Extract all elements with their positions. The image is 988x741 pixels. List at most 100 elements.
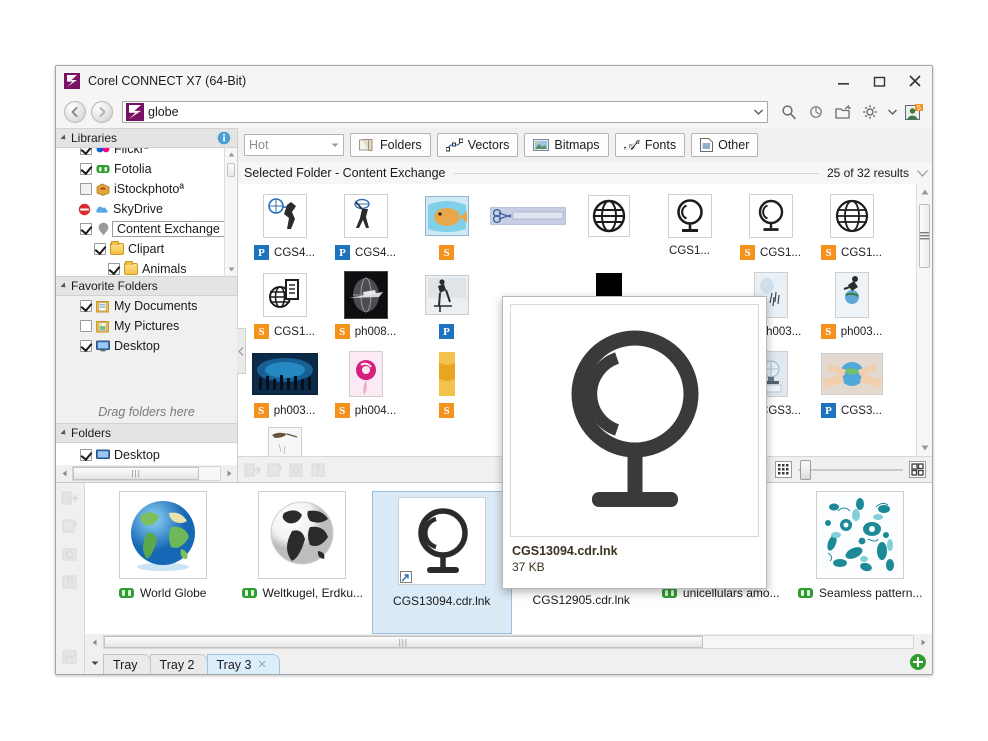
hscroll-right-arrow[interactable] <box>222 466 236 481</box>
scroll-down-arrow[interactable] <box>225 263 237 276</box>
tray-page-icon[interactable] <box>61 517 79 535</box>
libraries-tree[interactable]: Flickrª Fotolia iStockphotoª SkyDrive Co… <box>56 148 237 276</box>
checkbox[interactable] <box>94 243 106 255</box>
checkbox[interactable] <box>80 163 92 175</box>
checkbox[interactable] <box>80 449 92 461</box>
grid-large-icon[interactable] <box>909 461 926 478</box>
tree-item-animals[interactable]: Animals <box>56 259 237 276</box>
tree-item-flickr[interactable]: Flickrª <box>56 148 237 159</box>
refresh-sync-icon[interactable] <box>806 102 826 122</box>
grid-item[interactable]: S <box>406 348 487 427</box>
favorite-item-my-documents[interactable]: My Documents <box>56 296 237 316</box>
sort-select[interactable]: Hot <box>244 134 344 156</box>
category-other-button[interactable]: Other <box>691 133 759 157</box>
zoom-slider-handle[interactable] <box>800 459 811 480</box>
grid-item[interactable]: S CGS1... <box>730 190 811 269</box>
close-button[interactable] <box>904 70 926 92</box>
account-icon[interactable]: 5 <box>904 102 924 122</box>
close-icon[interactable]: ✕ <box>257 658 266 671</box>
grid-item[interactable]: S <box>406 190 487 269</box>
grid-item[interactable]: P CGS3... <box>811 348 892 427</box>
tray-tabs-menu-icon[interactable] <box>87 652 103 674</box>
maximize-button[interactable] <box>868 70 890 92</box>
left-panel-hscrollbar[interactable]: ||| <box>56 465 237 482</box>
tree-item-clipart[interactable]: Clipart <box>56 239 237 259</box>
tray-hscrollbar[interactable]: ||| <box>85 634 932 650</box>
checkbox[interactable] <box>80 320 92 332</box>
hscroll-track[interactable]: ||| <box>72 466 221 481</box>
grid-item[interactable]: S CGS1... <box>244 269 325 348</box>
tray-thumbnail[interactable] <box>118 491 207 579</box>
favorite-item-desktop[interactable]: Desktop <box>56 336 237 356</box>
add-tray-icon[interactable] <box>910 654 926 670</box>
grid-item[interactable]: Sph008... <box>325 269 406 348</box>
tree-item-content-exchange[interactable]: Content Exchange <box>56 219 237 239</box>
scrollbar-thumb[interactable] <box>227 163 235 177</box>
tray-item[interactable]: World Globe <box>93 491 233 634</box>
hscroll-left-arrow[interactable] <box>87 634 101 650</box>
folders-section-header[interactable]: Folders <box>56 423 237 443</box>
tray-info-icon[interactable] <box>288 461 306 479</box>
libraries-section-header[interactable]: Libraries <box>56 128 237 148</box>
scrollbar-track[interactable] <box>917 200 932 440</box>
folders-tree[interactable]: Desktop <box>56 443 237 465</box>
tray-export-icon[interactable] <box>61 489 79 507</box>
grid-item[interactable]: CGS1... <box>649 190 730 269</box>
grid-item[interactable]: P <box>406 269 487 348</box>
results-grid-scrollbar[interactable] <box>916 184 932 456</box>
search-input[interactable]: globe <box>122 101 768 123</box>
tray-book-icon[interactable] <box>310 461 328 479</box>
tray-settings-icon[interactable] <box>61 648 79 666</box>
hscroll-thumb[interactable]: ||| <box>104 636 703 648</box>
checkbox[interactable] <box>108 263 120 275</box>
forward-button[interactable] <box>91 101 113 123</box>
category-folders-button[interactable]: Folders <box>350 133 431 157</box>
tree-item-fotolia[interactable]: Fotolia <box>56 159 237 179</box>
search-icon[interactable] <box>779 102 799 122</box>
grid-item[interactable]: P CGS4... <box>325 190 406 269</box>
minimize-button[interactable] <box>832 70 854 92</box>
left-panel-collapse-handle[interactable] <box>237 328 246 374</box>
checkbox[interactable] <box>80 183 92 195</box>
chevron-down-icon[interactable] <box>917 169 928 177</box>
tray-thumbnail[interactable] <box>816 491 905 579</box>
tray-tab-1[interactable]: Tray <box>103 654 151 674</box>
favorite-item-my-pictures[interactable]: My Pictures <box>56 316 237 336</box>
scrollbar-thumb[interactable] <box>919 204 930 268</box>
hscroll-track[interactable]: ||| <box>103 635 914 649</box>
scroll-up-arrow[interactable] <box>225 148 237 161</box>
scroll-up-arrow[interactable] <box>917 184 932 200</box>
settings-gear-icon[interactable] <box>860 102 880 122</box>
checkbox[interactable] <box>80 340 92 352</box>
zoom-slider[interactable] <box>798 459 903 480</box>
grid-item[interactable] <box>487 190 568 269</box>
tray-add-icon[interactable] <box>244 461 262 479</box>
grid-item[interactable]: S CGS1... <box>811 190 892 269</box>
hscroll-thumb[interactable]: ||| <box>73 467 200 480</box>
tray-item[interactable]: Weltkugel, Erdku... <box>233 491 373 634</box>
grid-item[interactable] <box>244 427 325 456</box>
scroll-down-arrow[interactable] <box>917 440 932 456</box>
favorite-folders-section-header[interactable]: Favorite Folders <box>56 276 237 296</box>
tray-open-icon[interactable] <box>266 461 284 479</box>
libraries-scrollbar[interactable] <box>224 148 237 276</box>
category-vectors-button[interactable]: Vectors <box>436 133 519 157</box>
tray-item-selected[interactable]: CGS13094.cdr.lnk <box>372 491 512 634</box>
tree-item-istockphoto[interactable]: iStockphotoª <box>56 179 237 199</box>
grid-item[interactable]: P CGS4... <box>244 190 325 269</box>
folder-item-desktop[interactable]: Desktop <box>56 445 237 465</box>
tray-tab-3[interactable]: Tray 3 ✕ <box>206 654 280 674</box>
hscroll-right-arrow[interactable] <box>916 634 930 650</box>
grid-small-icon[interactable] <box>775 461 792 478</box>
settings-caret-icon[interactable] <box>887 102 897 122</box>
checkbox[interactable] <box>80 223 92 235</box>
chevron-down-icon[interactable] <box>749 102 767 122</box>
tray-item[interactable]: Seamless pattern... <box>791 491 931 634</box>
category-fonts-button[interactable]: 𝒜a Fonts <box>614 133 686 157</box>
info-icon[interactable] <box>217 131 231 145</box>
checkbox[interactable] <box>80 148 92 155</box>
tray-tab-2[interactable]: Tray 2 <box>149 654 208 674</box>
favorites-tree[interactable]: My Documents My Pictures Desktop <box>56 296 237 356</box>
hscroll-left-arrow[interactable] <box>57 466 71 481</box>
checkbox[interactable] <box>80 300 92 312</box>
